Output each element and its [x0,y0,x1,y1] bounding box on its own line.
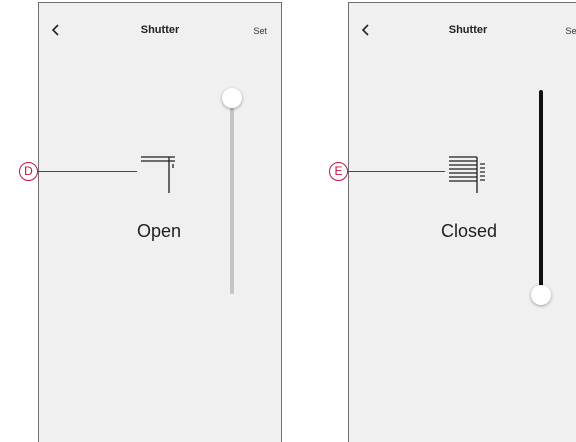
position-slider-thumb[interactable] [222,88,242,108]
position-slider-track[interactable] [539,90,543,296]
callout-line-e [347,171,445,172]
position-slider-track[interactable] [230,98,234,294]
shutter-screen-open: Shutter Set Open [38,2,282,442]
page-title: Shutter [140,24,180,36]
status-label: Closed [440,221,498,241]
header: Shutter Set [349,3,576,59]
position-slider-thumb[interactable] [531,285,551,305]
callout-line-d [37,171,137,172]
set-button[interactable]: Set [253,26,267,36]
callout-marker-d: D [19,162,38,181]
header: Shutter Set [39,3,281,59]
page-title: Shutter [448,24,488,36]
shutter-closed-icon [449,156,485,193]
shutter-open-icon [141,156,175,193]
set-button[interactable]: Set [565,26,576,36]
callout-marker-e: E [329,162,348,181]
status-label: Open [136,221,182,241]
shutter-screen-closed: Shutter Set Closed [348,2,576,442]
